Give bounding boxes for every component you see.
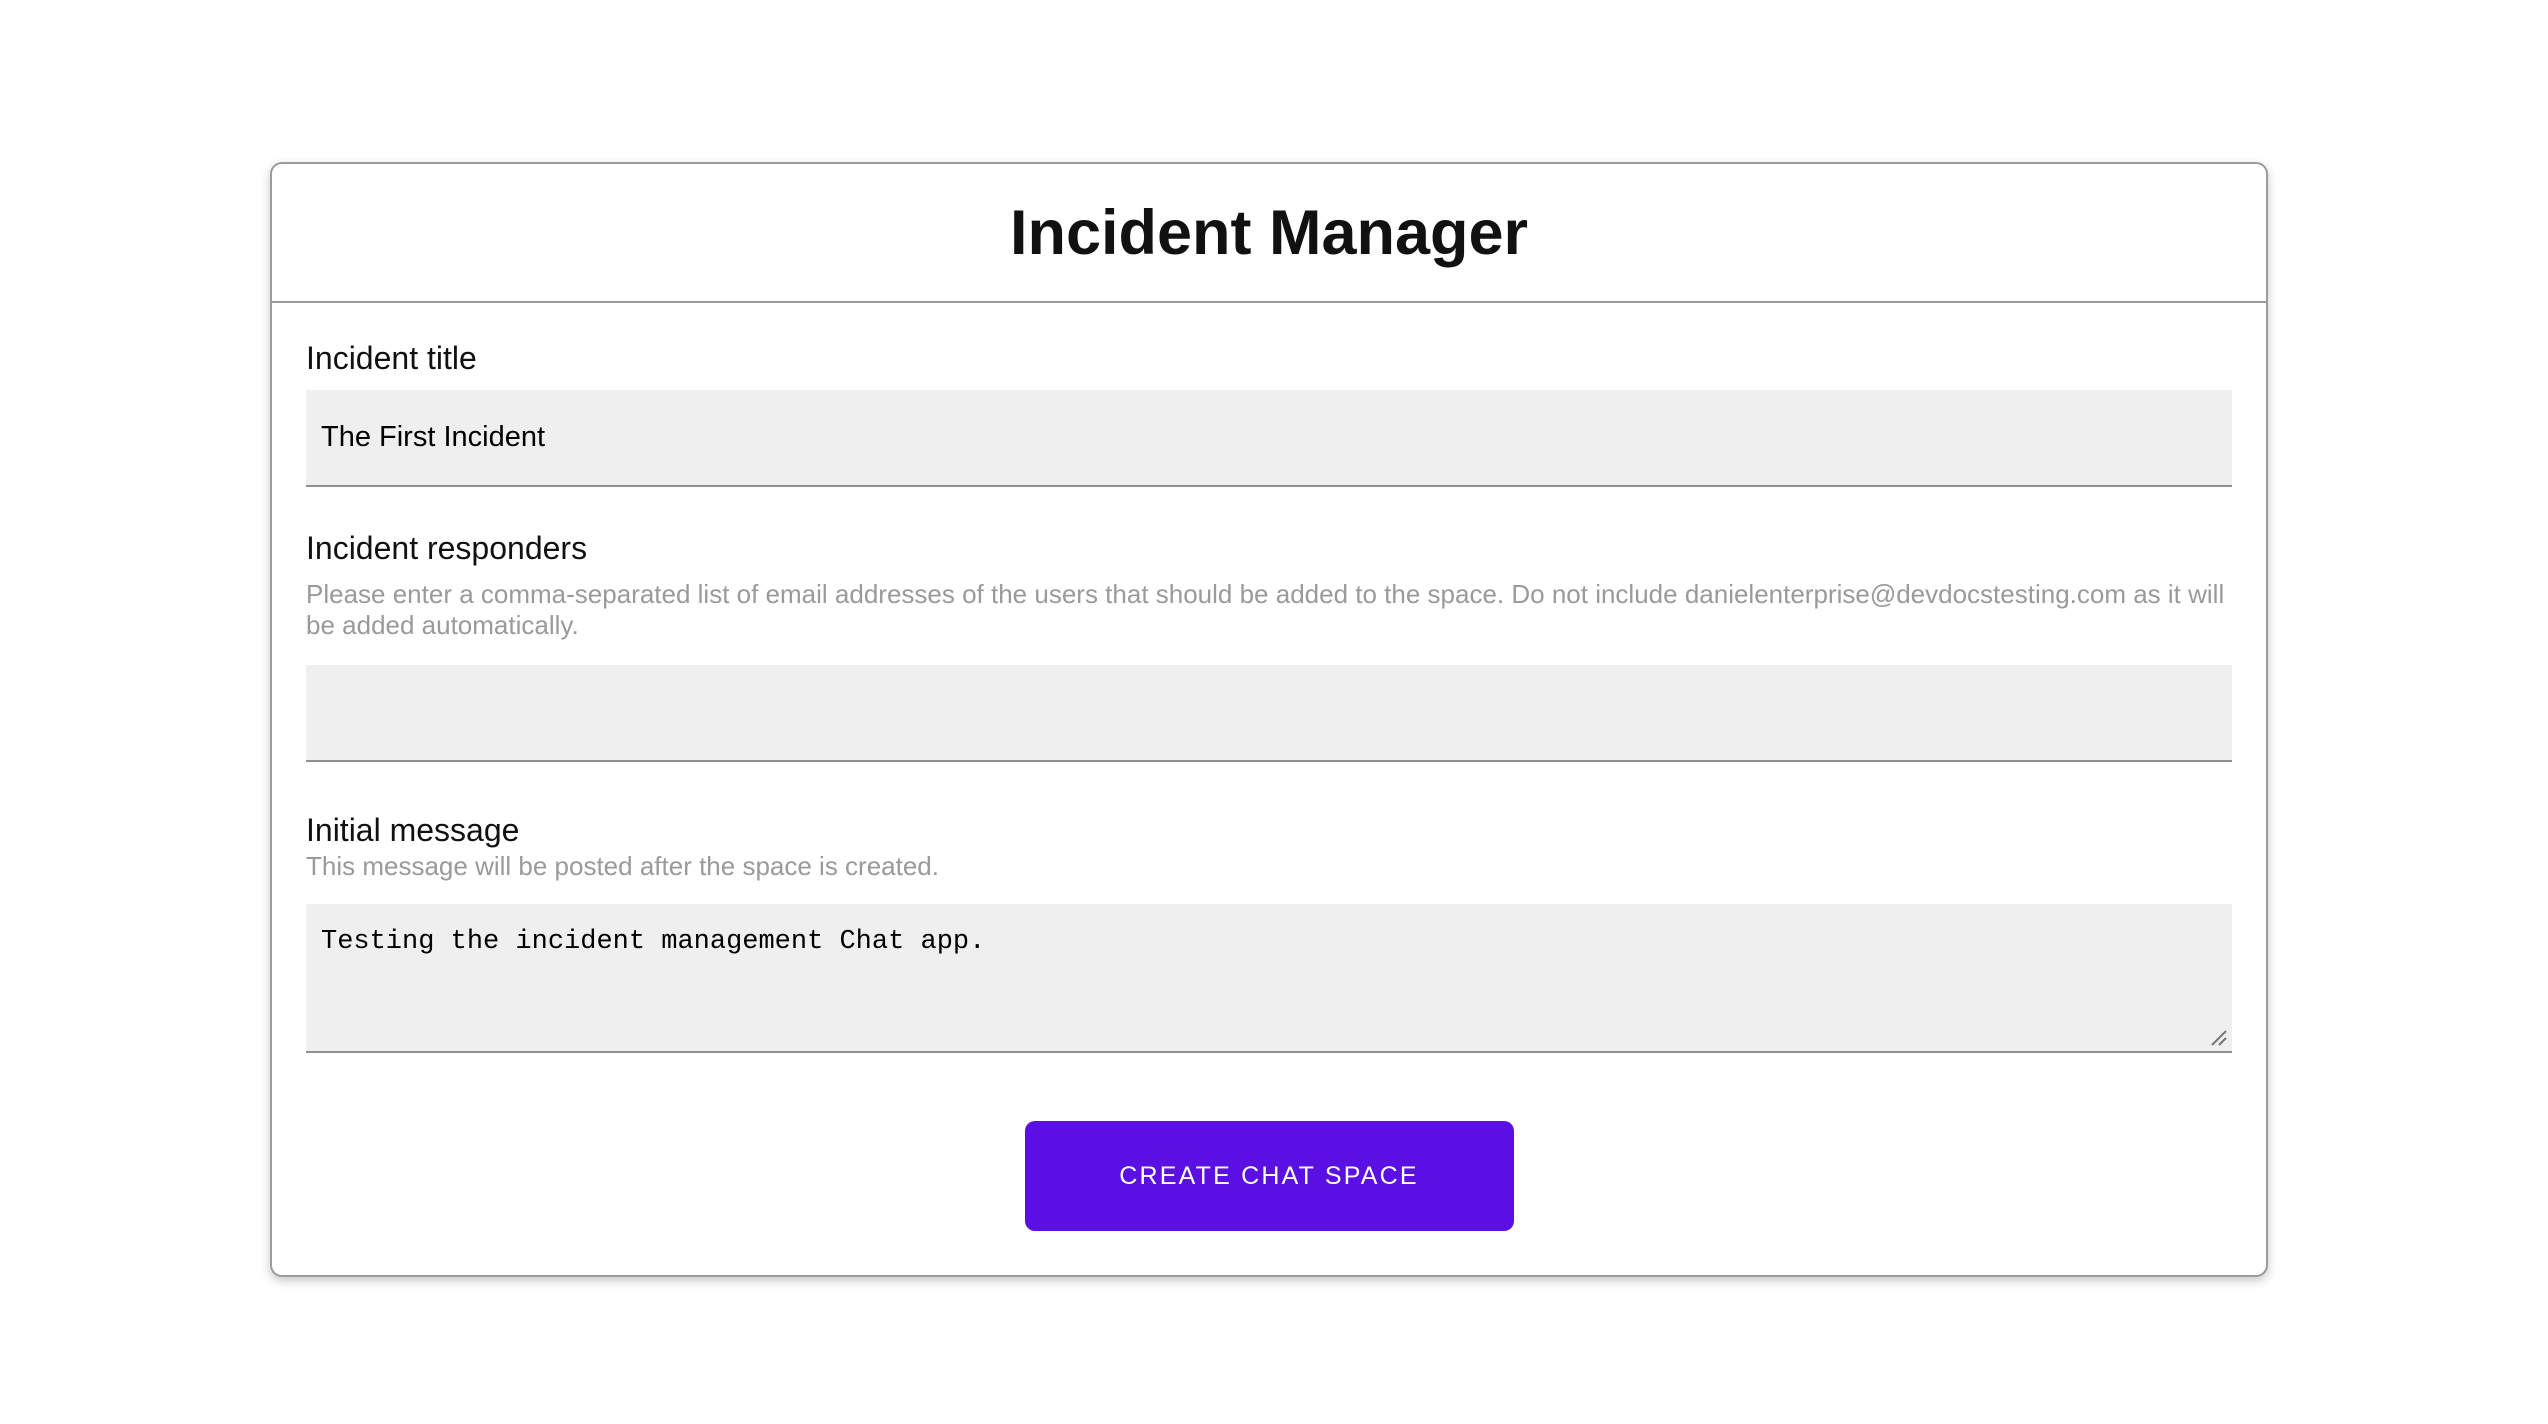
card-header: Incident Manager (272, 164, 2266, 303)
incident-responders-label: Incident responders (306, 530, 588, 566)
incident-title-input[interactable] (306, 390, 2232, 487)
create-chat-space-button[interactable]: CREATE CHAT SPACE (1024, 1121, 1514, 1231)
initial-message-helper-text: This message will be posted after the sp… (306, 851, 939, 881)
incident-responders-input[interactable] (306, 665, 2232, 762)
incident-responders-helper-text: Please enter a comma-separated list of e… (306, 579, 2225, 640)
incident-manager-card: Incident Manager Incident title Incident… (270, 162, 2268, 1277)
initial-message-label: Initial message (306, 812, 520, 848)
button-row: CREATE CHAT SPACE (306, 1121, 2232, 1231)
initial-message-field-wrap: Testing the incident management Chat app… (306, 904, 2232, 1053)
incident-title-label: Incident title (306, 340, 477, 376)
initial-message-textarea[interactable]: Testing the incident management Chat app… (306, 904, 2232, 1053)
card-body: Incident title Incident responders Pleas… (272, 339, 2266, 1231)
app-title: Incident Manager (1009, 197, 1529, 268)
